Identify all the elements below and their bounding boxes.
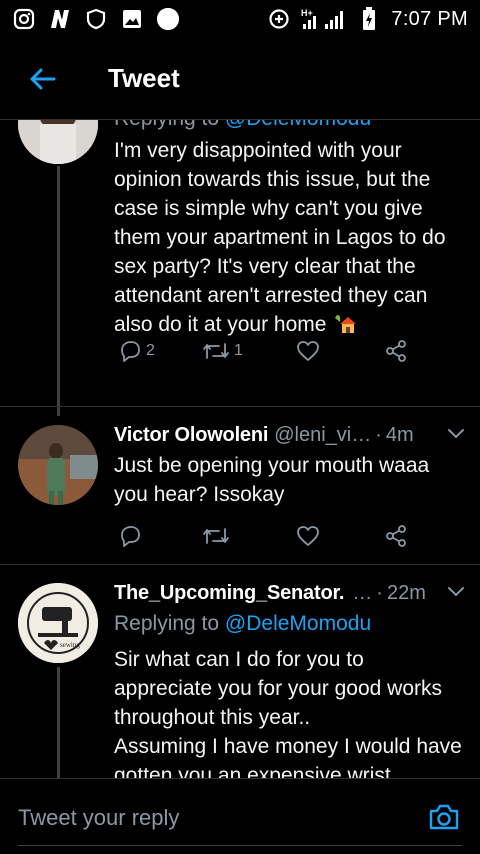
camera-button[interactable] xyxy=(426,799,462,835)
tweet-actions: 2 1 xyxy=(114,336,414,366)
svg-text:sewing: sewing xyxy=(60,641,80,649)
separator-dot: · xyxy=(375,423,382,446)
retweet-count: 1 xyxy=(234,342,243,359)
reply-icon xyxy=(121,341,140,362)
replying-to-label: Replying to xyxy=(114,612,225,635)
back-button[interactable] xyxy=(0,38,84,120)
tweet-text: Just be opening your mouth waaa you hear… xyxy=(114,454,430,506)
replying-to: Replying to @DeleMomodu xyxy=(114,120,466,134)
tweet-text-line: Sir what can I do for you to appreciate … xyxy=(114,648,443,729)
tweet-header: Victor Olowoleni @leni_vi… · 4m xyxy=(114,419,466,451)
reply-button[interactable]: 2 xyxy=(118,340,155,362)
tweet-text: I'm very disappointed with your opinion … xyxy=(114,136,466,339)
mention-link[interactable]: @DeleMomodu xyxy=(225,120,371,130)
share-icon xyxy=(386,340,406,362)
retweet-button[interactable] xyxy=(202,526,230,546)
share-button[interactable] xyxy=(384,524,408,548)
tweet-menu-button[interactable] xyxy=(446,582,466,605)
heart-icon xyxy=(297,526,319,546)
status-bar: H+ 7:07 PM xyxy=(0,0,480,38)
house-with-garden-emoji xyxy=(332,312,358,334)
user-handle[interactable]: … xyxy=(352,582,372,605)
chevron-down-icon xyxy=(448,428,464,438)
instagram-icon xyxy=(12,7,36,31)
reply-input[interactable]: Tweet your reply xyxy=(18,805,179,831)
header-bar: Tweet xyxy=(0,38,480,120)
replying-to: Replying to @DeleMomodu xyxy=(114,609,466,639)
shield-icon xyxy=(84,7,108,31)
circle-icon xyxy=(156,7,180,31)
reply-bar: Tweet your reply xyxy=(0,778,480,854)
page-title: Tweet xyxy=(108,63,180,93)
camera-icon xyxy=(429,804,459,830)
replying-to-label: Replying to xyxy=(114,120,225,130)
tweet-text: Sir what can I do for you to appreciate … xyxy=(114,645,466,778)
nfl-icon xyxy=(48,7,72,31)
arrow-left-icon xyxy=(30,68,56,89)
mention-link[interactable]: @DeleMomodu xyxy=(225,612,371,635)
signal-icon: H+ xyxy=(301,7,347,31)
separator-dot: · xyxy=(376,581,383,604)
battery-icon xyxy=(357,7,381,31)
tweet-actions xyxy=(114,521,414,551)
tweet-time: 22m xyxy=(386,581,426,604)
tweet-header: The_Upcoming_Senator. … · 22m xyxy=(114,577,466,609)
display-name[interactable]: Victor Olowoleni xyxy=(114,424,268,447)
share-icon xyxy=(386,525,406,547)
tweet-feed[interactable]: Replying to @DeleMomodu I'm very disappo… xyxy=(0,120,480,778)
tweet-text-line: Assuming I have money I would have gotte… xyxy=(114,735,462,778)
retweet-icon xyxy=(203,343,229,359)
display-name[interactable]: The_Upcoming_Senator. xyxy=(114,582,344,605)
reply-count: 2 xyxy=(146,342,155,359)
data-saver-icon xyxy=(267,7,291,31)
avatar[interactable]: sewing xyxy=(18,583,98,663)
like-button[interactable] xyxy=(296,340,320,362)
tweet-item[interactable]: sewing The_Upcoming_Senator. … · 22m Rep… xyxy=(0,565,480,778)
avatar[interactable] xyxy=(18,425,98,505)
status-time: 7:07 PM xyxy=(391,7,468,30)
like-button[interactable] xyxy=(296,525,320,547)
tweet-menu-button[interactable] xyxy=(446,424,466,447)
chevron-down-icon xyxy=(448,586,464,596)
tweet-time: 4m xyxy=(385,423,414,446)
user-handle[interactable]: @leni_vi… xyxy=(274,424,371,447)
avatar[interactable] xyxy=(18,120,98,164)
tweet-item[interactable]: Replying to @DeleMomodu I'm very disappo… xyxy=(0,120,480,416)
retweet-button[interactable]: 1 xyxy=(202,341,243,361)
share-button[interactable] xyxy=(384,339,408,363)
gallery-icon xyxy=(120,7,144,31)
thread-line xyxy=(57,667,60,778)
tweet-text-content: I'm very disappointed with your opinion … xyxy=(114,139,446,336)
heart-icon xyxy=(297,341,319,361)
network-type-label: H+ xyxy=(301,8,313,18)
retweet-icon xyxy=(203,528,229,544)
reply-button[interactable] xyxy=(118,525,142,547)
reply-icon xyxy=(121,526,140,547)
thread-line xyxy=(57,166,60,416)
reply-input-underline xyxy=(18,845,462,846)
tweet-item[interactable]: Victor Olowoleni @leni_vi… · 4m Just be … xyxy=(0,407,480,563)
